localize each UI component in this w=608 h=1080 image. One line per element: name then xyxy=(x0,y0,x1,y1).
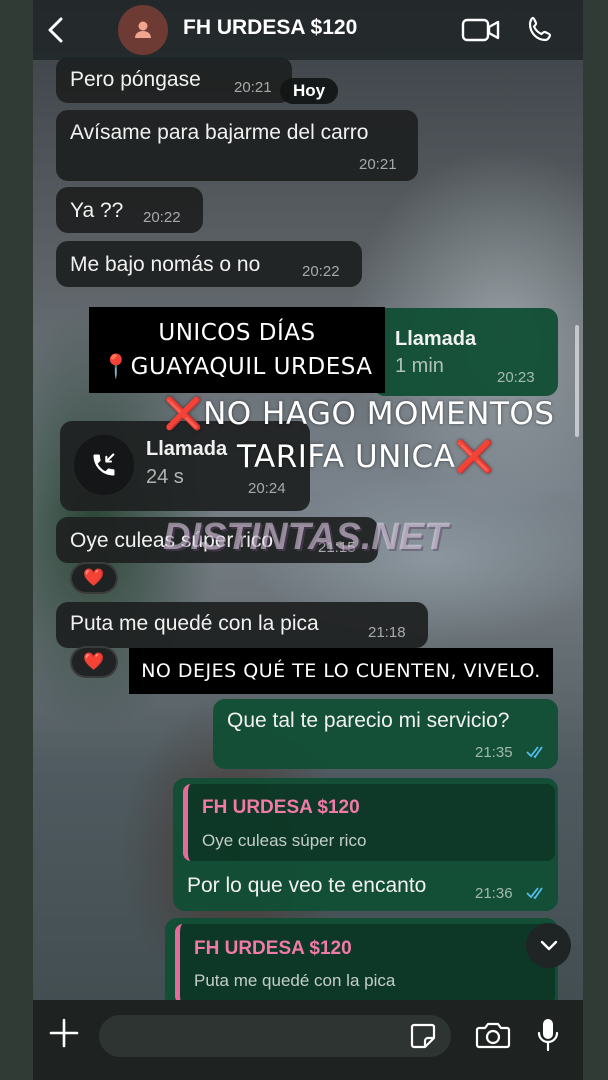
reaction-badge[interactable]: ❤️ xyxy=(70,562,118,594)
back-chevron-icon[interactable] xyxy=(43,15,71,45)
call-duration: 1 min xyxy=(395,355,444,377)
promo-big-line: ❌NO HAGO MOMENTOS xyxy=(164,396,555,432)
call-label: Llamada xyxy=(146,438,228,460)
scrollbar[interactable] xyxy=(575,325,579,437)
outgoing-message-bubble[interactable]: Que tal te parecio mi servicio? 21:35 xyxy=(213,699,558,769)
voice-call-icon[interactable] xyxy=(524,14,556,46)
message-bubble[interactable]: Ya ?? 20:22 xyxy=(56,187,203,233)
sticker-icon[interactable] xyxy=(409,1022,437,1050)
promo-big-line: TARIFA UNICA❌ xyxy=(237,439,495,475)
plus-icon[interactable] xyxy=(49,1018,79,1048)
message-bubble[interactable]: Puta me quedé con la pica 21:18 xyxy=(56,602,428,648)
message-time: 20:24 xyxy=(248,480,286,497)
message-bubble[interactable]: Pero póngase 20:21 xyxy=(56,57,292,103)
message-text: Por lo que veo te encanto xyxy=(187,874,427,897)
quoted-text: Puta me quedé con la pica xyxy=(194,971,396,990)
message-text: Puta me quedé con la pica xyxy=(70,612,319,635)
chat-header: FH URDESA $120 xyxy=(33,0,583,60)
message-time: 20:21 xyxy=(359,156,397,173)
message-input[interactable] xyxy=(99,1015,451,1057)
message-time: 21:18 xyxy=(368,624,406,641)
chat-screen: Pero póngase 20:21 Hoy Avísame para baja… xyxy=(33,0,583,1080)
chevron-down-icon xyxy=(540,940,557,950)
message-text: Avísame para bajarme del carro xyxy=(70,121,369,144)
missed-call-icon xyxy=(74,435,134,495)
camera-icon[interactable] xyxy=(475,1020,511,1050)
message-time: 20:21 xyxy=(234,79,272,96)
promo-line: UNICOS DÍAS xyxy=(158,320,316,346)
left-frame xyxy=(0,0,33,1080)
message-time: 20:22 xyxy=(302,263,340,280)
reaction-badge[interactable]: ❤️ xyxy=(70,646,118,678)
heart-icon: ❤️ xyxy=(83,652,105,671)
outgoing-call-bubble[interactable]: Llamada 1 min 20:23 xyxy=(373,308,558,396)
right-frame xyxy=(583,0,608,1080)
quoted-message[interactable]: FH URDESA $120 Oye culeas súper rico xyxy=(183,784,555,861)
message-bubble[interactable]: Avísame para bajarme del carro 20:21 xyxy=(56,110,418,181)
quoted-sender: FH URDESA $120 xyxy=(202,797,360,818)
quoted-sender: FH URDESA $120 xyxy=(194,938,352,959)
read-ticks-icon xyxy=(526,887,543,900)
watermark-text: DISTINTAS.NET xyxy=(163,516,448,558)
message-time: 21:35 xyxy=(475,744,513,761)
quoted-message[interactable]: FH URDESA $120 Puta me quedé con la pica xyxy=(175,924,555,1004)
message-bubble[interactable]: Me bajo nomás o no 20:22 xyxy=(56,241,362,287)
message-composer xyxy=(33,1000,583,1080)
message-text: Ya ?? xyxy=(70,199,124,222)
person-icon xyxy=(135,21,151,38)
heart-icon: ❤️ xyxy=(83,568,105,587)
message-text: Que tal te parecio mi servicio? xyxy=(227,709,510,732)
message-time: 21:36 xyxy=(475,885,513,902)
message-time: 20:23 xyxy=(497,369,535,386)
call-duration: 24 s xyxy=(146,466,184,488)
date-separator: Hoy xyxy=(280,78,338,104)
scroll-to-bottom-button[interactable] xyxy=(526,923,571,968)
message-text: Me bajo nomás o no xyxy=(70,253,261,276)
microphone-icon[interactable] xyxy=(536,1017,560,1053)
read-ticks-icon xyxy=(526,746,543,759)
promo-overlay-box: UNICOS DÍAS 📍GUAYAQUIL URDESA xyxy=(89,307,385,393)
outgoing-reply-bubble[interactable]: FH URDESA $120 Oye culeas súper rico Por… xyxy=(173,778,558,911)
contact-name[interactable]: FH URDESA $120 xyxy=(183,16,357,40)
message-text: Pero póngase xyxy=(70,68,201,91)
message-time: 20:22 xyxy=(143,209,181,226)
video-call-icon[interactable] xyxy=(461,16,501,44)
call-label: Llamada xyxy=(395,328,477,350)
avatar[interactable] xyxy=(118,5,168,55)
promo-line: 📍GUAYAQUIL URDESA xyxy=(101,354,373,380)
quoted-text: Oye culeas súper rico xyxy=(202,831,367,850)
promo-line: NO DEJES QUÉ TE LO CUENTEN, VIVELO. xyxy=(141,660,541,682)
promo-overlay-box: NO DEJES QUÉ TE LO CUENTEN, VIVELO. xyxy=(129,648,553,694)
